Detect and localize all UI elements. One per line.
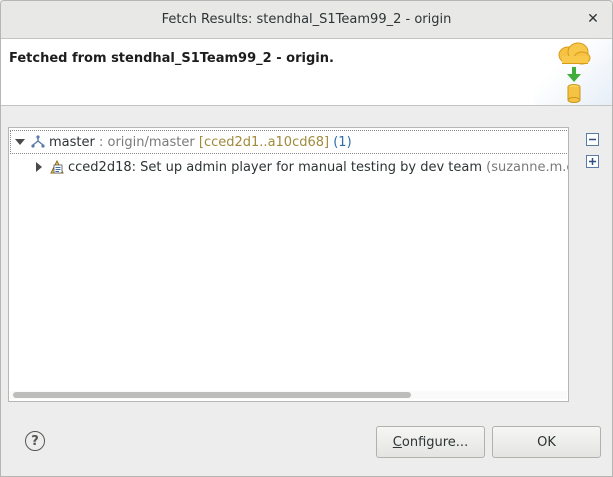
expand-all-button[interactable]	[585, 154, 599, 168]
fetch-results-dialog: Fetch Results: stendhal_S1Team99_2 - ori…	[0, 0, 613, 477]
collapsed-chevron-icon[interactable]	[33, 161, 45, 173]
commit-author: (suzanne.m.en	[486, 159, 568, 175]
configure-mnemonic: C	[392, 434, 402, 450]
horizontal-scrollbar-thumb[interactable]	[13, 392, 411, 398]
expand-all-icon	[585, 154, 599, 168]
configure-label: onfigure...	[401, 434, 469, 450]
banner-message: Fetched from stendhal_S1Team99_2 - origi…	[9, 51, 334, 66]
remote-branch-name: origin/master	[107, 134, 195, 150]
result-banner: Fetched from stendhal_S1Team99_2 - origi…	[1, 39, 612, 106]
help-button[interactable]: ?	[25, 431, 45, 451]
expanded-chevron-icon[interactable]	[14, 136, 26, 148]
configure-button[interactable]: Configure...	[376, 426, 485, 458]
close-icon: ✕	[587, 11, 599, 27]
ok-label: OK	[537, 434, 556, 450]
help-icon: ?	[31, 433, 39, 449]
collapse-all-button[interactable]	[585, 132, 599, 146]
commit-icon	[49, 159, 65, 175]
title-bar[interactable]: Fetch Results: stendhal_S1Team99_2 - ori…	[1, 1, 612, 39]
commit-label: cced2d18: Set up admin player for manual…	[68, 159, 482, 175]
tree-row-branch[interactable]: master : origin/master [cced2d1..a10cd68…	[10, 130, 568, 154]
branch-icon	[30, 135, 46, 149]
commit-count: (1)	[333, 134, 352, 150]
close-button[interactable]: ✕	[584, 10, 602, 28]
horizontal-scrollbar[interactable]	[10, 391, 567, 399]
tree-row-commit[interactable]: cced2d18: Set up admin player for manual…	[33, 155, 568, 179]
dialog-title: Fetch Results: stendhal_S1Team99_2 - ori…	[161, 12, 452, 27]
fetch-cloud-to-repository-icon	[558, 42, 591, 103]
branch-name: master	[49, 134, 95, 150]
ok-button[interactable]: OK	[492, 426, 601, 458]
fetch-results-tree[interactable]: master : origin/master [cced2d1..a10cd68…	[8, 127, 569, 402]
branch-separator: :	[94, 134, 108, 150]
commit-range: [cced2d1..a10cd68]	[198, 134, 330, 150]
collapse-all-icon	[585, 132, 599, 146]
